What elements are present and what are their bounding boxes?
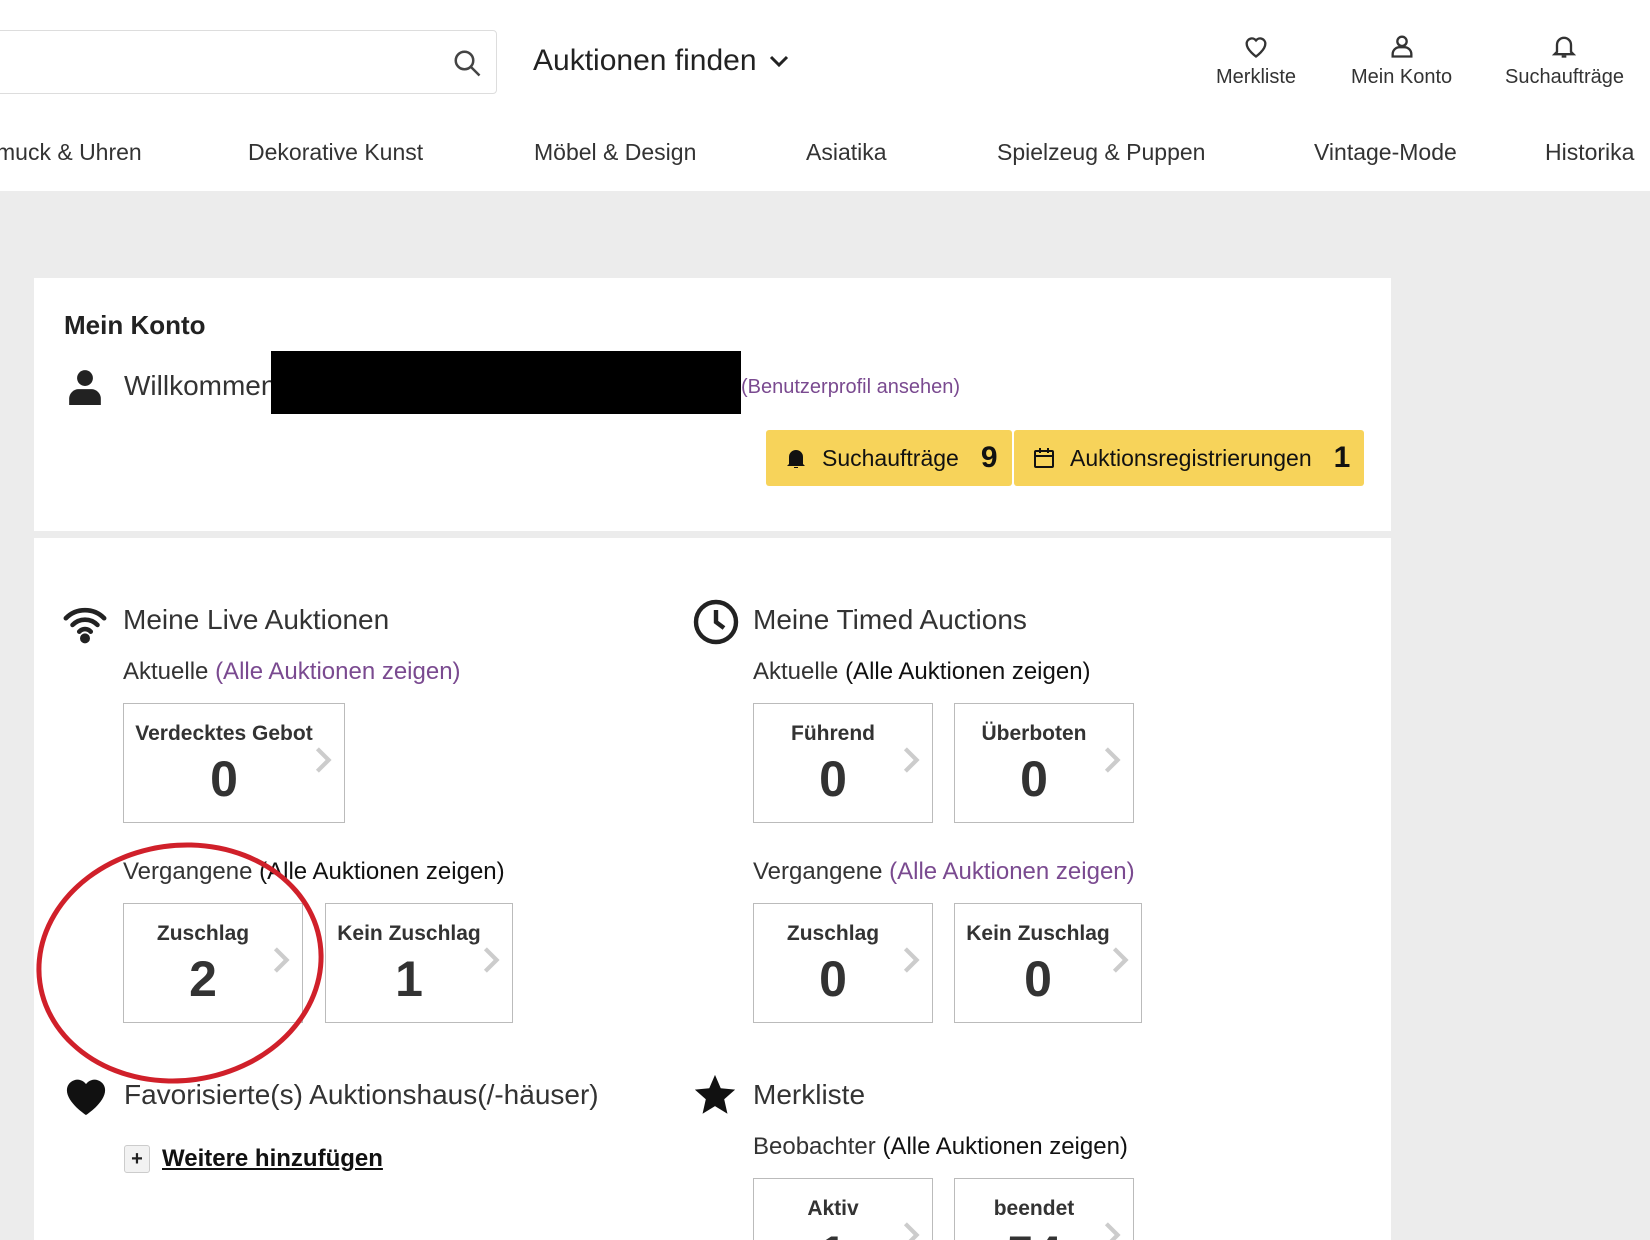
wifi-icon [63,607,107,644]
nav-searches-label: Suchaufträge [1505,66,1624,88]
watchlist-title: Merkliste [753,1079,866,1110]
top-header: Auktionen finden Merkliste Mein Konto Su… [0,0,1650,191]
box-label: Kein Zuschlag [337,922,481,945]
box-label: beendet [993,1197,1075,1220]
favorites-title: Favorisierte(s) Auktionshaus(/-häuser) [124,1079,599,1110]
nav-account[interactable]: Mein Konto [1351,32,1452,89]
star-icon [694,1074,736,1114]
add-favorite-label: Weitere hinzufügen [162,1145,383,1172]
chevron-right-icon [903,1222,920,1240]
clock-icon [693,599,739,645]
category-item[interactable]: Asiatika [806,139,887,166]
live-current-label: Aktuelle [123,658,209,685]
timed-current-label: Aktuelle [753,658,839,685]
category-item[interactable]: Vintage-Mode [1314,139,1457,166]
user-outline-icon [1391,35,1413,58]
timed-auctions-title: Meine Timed Auctions [753,604,1027,635]
registrations-label: Auktionsregistrierungen [1070,444,1312,471]
user-icon [69,370,101,405]
watchlist-label: Beobachter [753,1133,876,1160]
timed-won-box[interactable]: Zuschlag 0 [753,903,933,1023]
box-value: 0 [210,751,238,807]
heart-outline-icon [1245,37,1267,58]
timed-current-all-link[interactable]: (Alle Auktionen zeigen) [845,658,1090,685]
plus-icon: + [124,1145,150,1173]
search-orders-label: Suchaufträge [822,444,959,471]
watchlist-all-link[interactable]: (Alle Auktionen zeigen) [882,1133,1127,1160]
nav-searches[interactable]: Suchaufträge [1505,32,1624,89]
search-orders-button[interactable]: Suchaufträge 9 [766,430,1012,486]
chevron-right-icon [315,747,332,773]
calendar-icon [1034,448,1054,468]
watchlist-subheading: Beobachter (Alle Auktionen zeigen) [753,1133,1128,1161]
box-label: Verdecktes Gebot [135,722,313,745]
live-past-all-link[interactable]: (Alle Auktionen zeigen) [259,858,504,885]
timed-leading-box[interactable]: Führend 0 [753,703,933,823]
bell-icon [787,450,805,468]
nav-watchlist[interactable]: Merkliste [1216,32,1296,89]
chevron-right-icon [1104,1222,1121,1240]
nav-watchlist-label: Merkliste [1216,66,1297,88]
registrations-button[interactable]: Auktionsregistrierungen 1 [1014,430,1365,486]
category-item[interactable]: muck & Uhren [0,139,142,166]
category-item[interactable]: Möbel & Design [534,139,696,166]
chevron-down-icon [769,55,788,68]
box-label: Überboten [981,722,1087,745]
chevron-right-icon [1104,747,1121,773]
live-current-all-link[interactable]: (Alle Auktionen zeigen) [215,658,460,685]
live-auctions-title: Meine Live Auktionen [123,604,390,635]
live-hidden-bid-box[interactable]: Verdecktes Gebot 0 [123,703,345,823]
timed-not-won-box[interactable]: Kein Zuschlag 0 [954,903,1142,1023]
add-favorite-button[interactable]: + Weitere hinzufügen [124,1145,383,1173]
chevron-right-icon [1112,947,1129,973]
category-item[interactable]: Dekorative Kunst [248,139,423,166]
search-orders-count: 9 [980,441,998,474]
live-current-subheading: Aktuelle (Alle Auktionen zeigen) [123,658,461,686]
chevron-right-icon [903,747,920,773]
find-auctions-label: Auktionen finden [533,44,757,77]
heart-icon [66,1079,106,1116]
account-header-card: Mein Konto Willkommen (Benutzerprofil an… [34,278,1391,531]
category-item[interactable]: Spielzeug & Puppen [997,139,1205,166]
page-title: Mein Konto [64,310,206,340]
category-item[interactable]: Historika [1545,139,1634,166]
welcome-text: Willkommen [124,370,277,401]
timed-current-subheading: Aktuelle (Alle Auktionen zeigen) [753,658,1091,686]
chevron-right-icon [483,947,500,973]
bell-outline-icon [1552,36,1577,58]
watchlist-ended-box[interactable]: beendet 54 [954,1178,1134,1240]
search-icon[interactable] [452,48,482,78]
view-profile-link[interactable]: (Benutzerprofil ansehen) [741,376,960,399]
box-label: Führend [791,722,875,745]
redacted-username [271,351,741,414]
registrations-count: 1 [1333,441,1351,474]
search-box[interactable] [0,30,497,94]
timed-outbid-box[interactable]: Überboten 0 [954,703,1134,823]
nav-account-label: Mein Konto [1351,66,1453,88]
timed-past-subheading: Vergangene (Alle Auktionen zeigen) [753,858,1135,886]
box-label: Kein Zuschlag [966,922,1110,945]
timed-past-label: Vergangene [753,858,883,885]
watchlist-active-box[interactable]: Aktiv 1 [753,1178,933,1240]
timed-past-all-link[interactable]: (Alle Auktionen zeigen) [889,858,1134,885]
find-auctions-menu[interactable]: Auktionen finden [533,44,791,78]
live-not-won-box[interactable]: Kein Zuschlag 1 [325,903,513,1023]
box-label: Zuschlag [786,922,880,945]
box-label: Aktiv [807,1197,859,1220]
chevron-right-icon [903,947,920,973]
